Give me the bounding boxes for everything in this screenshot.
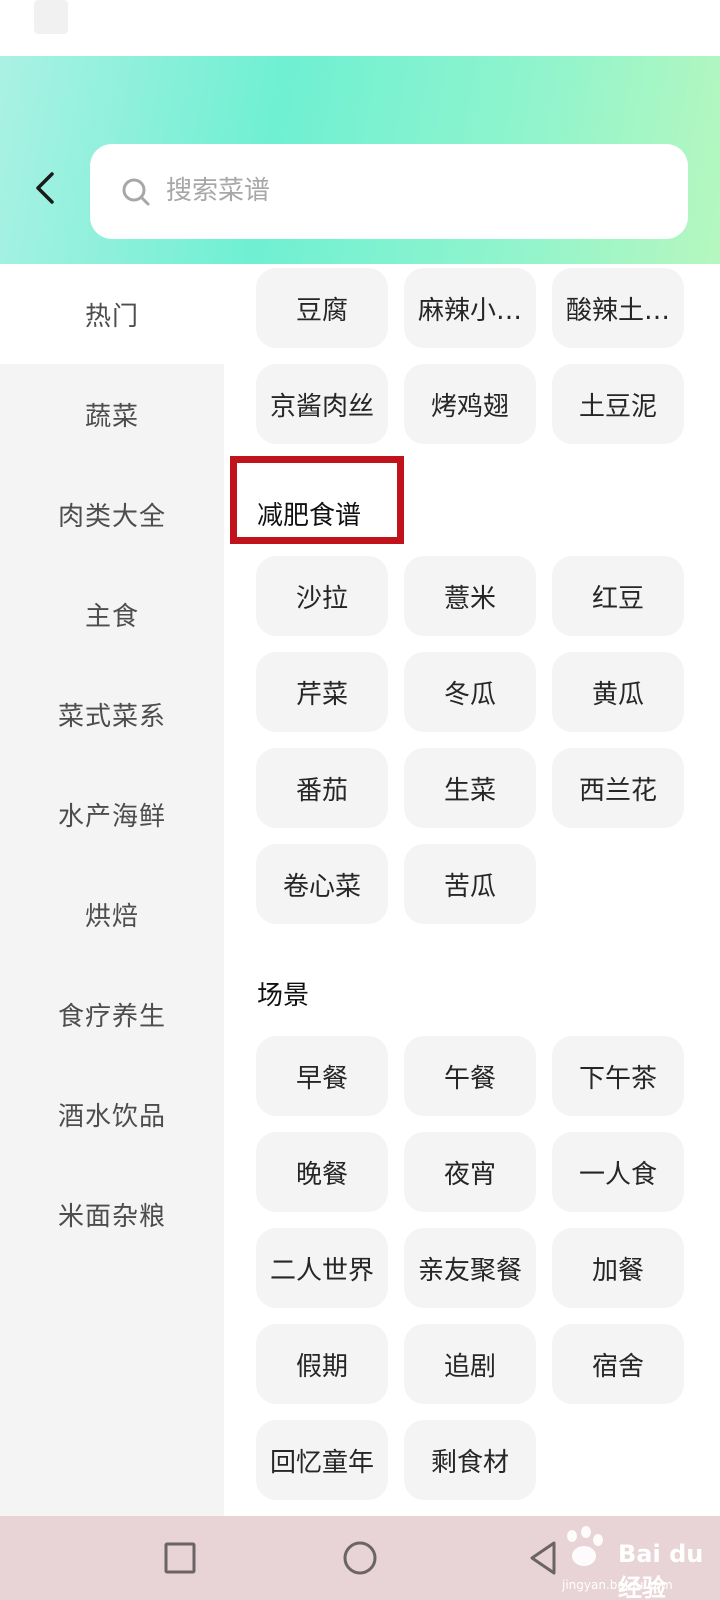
chip-bitter-melon[interactable]: 苦瓜 bbox=[404, 844, 536, 924]
sidebar: 热门 蔬菜 肉类大全 主食 菜式菜系 水产海鲜 烘焙 食疗养生 酒水饮品 米面杂… bbox=[0, 264, 224, 1516]
sidebar-item-staple[interactable]: 主食 bbox=[0, 564, 224, 664]
search-input[interactable] bbox=[166, 168, 646, 214]
sidebar-item-label: 菜式菜系 bbox=[57, 701, 166, 732]
chip-lunch[interactable]: 午餐 bbox=[404, 1036, 536, 1116]
chip-afternoon-tea[interactable]: 下午茶 bbox=[552, 1036, 684, 1116]
sidebar-item-drinks[interactable]: 酒水饮品 bbox=[0, 1064, 224, 1164]
sidebar-item-label: 主食 bbox=[84, 601, 139, 632]
sidebar-item-label: 肉类大全 bbox=[57, 501, 166, 532]
chip-celery[interactable]: 芹菜 bbox=[256, 652, 388, 732]
sidebar-item-cuisines[interactable]: 菜式菜系 bbox=[0, 664, 224, 764]
sidebar-item-baking[interactable]: 烘焙 bbox=[0, 864, 224, 964]
sidebar-item-label: 食疗养生 bbox=[57, 1001, 166, 1032]
chip-couple[interactable]: 二人世界 bbox=[256, 1228, 388, 1308]
chevron-left-icon bbox=[36, 172, 54, 204]
sidebar-item-label: 烘焙 bbox=[84, 901, 139, 932]
back-button[interactable] bbox=[22, 164, 70, 212]
screen: 热门 蔬菜 肉类大全 主食 菜式菜系 水产海鲜 烘焙 食疗养生 酒水饮品 米面杂… bbox=[0, 0, 720, 1600]
status-bar-icon bbox=[34, 0, 68, 34]
square-icon bbox=[164, 1542, 196, 1574]
section-title-scenes: 场景 bbox=[257, 981, 310, 1011]
status-bar bbox=[0, 0, 720, 56]
chip-extra-meal[interactable]: 加餐 bbox=[552, 1228, 684, 1308]
chip-solo-meal[interactable]: 一人食 bbox=[552, 1132, 684, 1212]
sidebar-item-vegetables[interactable]: 蔬菜 bbox=[0, 364, 224, 464]
watermark-url: jingyan.baidu.com bbox=[562, 1578, 673, 1592]
sidebar-item-seafood[interactable]: 水产海鲜 bbox=[0, 764, 224, 864]
chip-tomato[interactable]: 番茄 bbox=[256, 748, 388, 828]
sidebar-item-label: 米面杂粮 bbox=[57, 1201, 166, 1232]
sidebar-item-label: 水产海鲜 bbox=[57, 801, 166, 832]
chip-hot-sour-potato[interactable]: 酸辣土… bbox=[552, 268, 684, 348]
sidebar-item-label: 蔬菜 bbox=[84, 401, 139, 432]
section-title-diet: 减肥食谱 bbox=[257, 501, 362, 531]
circle-icon bbox=[343, 1541, 377, 1575]
chip-cucumber[interactable]: 黄瓜 bbox=[552, 652, 684, 732]
chip-breakfast[interactable]: 早餐 bbox=[256, 1036, 388, 1116]
chip-salad[interactable]: 沙拉 bbox=[256, 556, 388, 636]
sidebar-item-hot[interactable]: 热门 bbox=[0, 264, 224, 364]
chip-red-bean[interactable]: 红豆 bbox=[552, 556, 684, 636]
chip-late-snack[interactable]: 夜宵 bbox=[404, 1132, 536, 1212]
sidebar-item-label: 酒水饮品 bbox=[57, 1101, 166, 1132]
recent-apps-button[interactable] bbox=[158, 1536, 202, 1580]
home-button[interactable] bbox=[338, 1536, 382, 1580]
chip-roast-wings[interactable]: 烤鸡翅 bbox=[404, 364, 536, 444]
chip-dorm[interactable]: 宿舍 bbox=[552, 1324, 684, 1404]
chip-tofu[interactable]: 豆腐 bbox=[256, 268, 388, 348]
sidebar-item-health[interactable]: 食疗养生 bbox=[0, 964, 224, 1064]
chip-coix[interactable]: 薏米 bbox=[404, 556, 536, 636]
sidebar-item-grains[interactable]: 米面杂粮 bbox=[0, 1164, 224, 1264]
chip-broccoli[interactable]: 西兰花 bbox=[552, 748, 684, 828]
chip-mashed-potato[interactable]: 土豆泥 bbox=[552, 364, 684, 444]
header bbox=[0, 56, 720, 264]
chip-leftovers[interactable]: 剩食材 bbox=[404, 1420, 536, 1500]
chip-holiday[interactable]: 假期 bbox=[256, 1324, 388, 1404]
chip-lettuce[interactable]: 生菜 bbox=[404, 748, 536, 828]
sidebar-item-meat[interactable]: 肉类大全 bbox=[0, 464, 224, 564]
baidu-watermark: Bai du 经验 jingyan.baidu.com bbox=[548, 1520, 708, 1600]
chip-binge-watch[interactable]: 追剧 bbox=[404, 1324, 536, 1404]
search-box[interactable] bbox=[90, 144, 688, 239]
chip-jingjiang-pork[interactable]: 京酱肉丝 bbox=[256, 364, 388, 444]
sidebar-item-label: 热门 bbox=[84, 301, 139, 332]
chip-childhood[interactable]: 回忆童年 bbox=[256, 1420, 388, 1500]
search-icon bbox=[122, 178, 150, 206]
content-panel: 豆腐 麻辣小… 酸辣土… 京酱肉丝 烤鸡翅 土豆泥 减肥食谱 沙拉 薏米 红豆 … bbox=[224, 264, 720, 1516]
paw-logo-icon bbox=[567, 1526, 603, 1566]
chip-cabbage[interactable]: 卷心菜 bbox=[256, 844, 388, 924]
chip-winter-melon[interactable]: 冬瓜 bbox=[404, 652, 536, 732]
chip-spicy-crayfish[interactable]: 麻辣小… bbox=[404, 268, 536, 348]
chip-family-gathering[interactable]: 亲友聚餐 bbox=[404, 1228, 536, 1308]
chip-dinner[interactable]: 晚餐 bbox=[256, 1132, 388, 1212]
